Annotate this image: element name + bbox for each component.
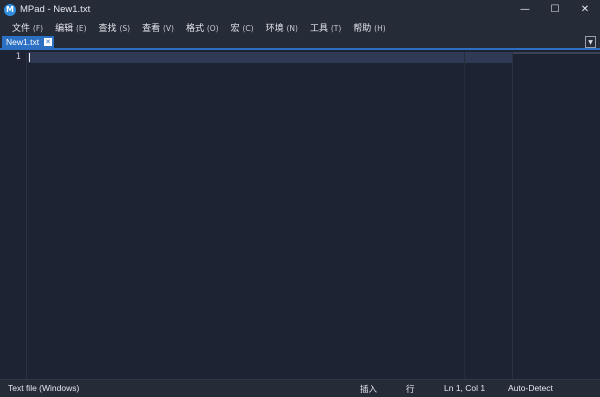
column-ruler [464,52,465,379]
menu-tools[interactable]: 工具 (T) [304,21,347,34]
text-caret [29,53,30,62]
menu-file-accel: (F) [32,24,44,33]
minimize-button[interactable]: — [510,0,540,19]
menu-help-label: 帮助 [353,24,372,34]
app-logo-letter: M [6,5,14,14]
menu-view-label: 查看 [142,24,161,34]
window-title: MPad - New1.txt [20,4,91,15]
app-logo-icon: M [4,3,16,16]
menu-environment[interactable]: 环境 (N) [260,21,304,34]
status-file-type: Text file (Windows) [8,383,80,393]
tab-new1[interactable]: New1.txt ✕ [2,36,54,48]
status-encoding[interactable]: Auto-Detect [508,383,553,393]
menu-edit-accel: (E) [75,24,87,33]
tab-label: New1.txt [6,37,40,47]
status-cursor-position[interactable]: Ln 1, Col 1 [444,383,485,393]
menu-edit-label: 编辑 [55,24,74,34]
scrollbar-thumb[interactable] [513,52,600,54]
menu-environment-label: 环境 [265,24,284,34]
menu-help-accel: (H) [374,24,386,33]
line-number: 1 [15,52,21,62]
maximize-button[interactable]: ☐ [540,0,570,19]
menu-edit[interactable]: 编辑 (E) [49,21,92,34]
menu-macro[interactable]: 宏 (C) [225,21,260,34]
menu-search-label: 查找 [98,24,117,34]
status-line-mode[interactable]: 行 [406,383,415,395]
tab-list-dropdown-icon[interactable]: ▼ [585,36,596,48]
menu-tools-label: 工具 [309,24,328,34]
menu-file[interactable]: 文件 (F) [6,21,49,34]
current-line-highlight [28,52,512,63]
title-bar: M MPad - New1.txt — ☐ ✕ [0,0,600,19]
menu-search[interactable]: 查找 (S) [93,21,137,34]
menu-macro-label: 宏 [230,24,240,34]
menu-macro-accel: (C) [242,24,254,33]
tab-bar: New1.txt ✕ ▼ [0,36,600,50]
menu-format-label: 格式 [185,24,204,34]
menu-view[interactable]: 查看 (V) [136,21,180,34]
menu-help[interactable]: 帮助 (H) [347,21,391,34]
menu-bar: 文件 (F) 编辑 (E) 查找 (S) 查看 (V) 格式 (O) 宏 (C)… [0,19,600,36]
menu-format[interactable]: 格式 (O) [180,21,225,34]
window-controls: — ☐ ✕ [510,0,600,19]
close-window-button[interactable]: ✕ [570,0,600,19]
close-tab-icon[interactable]: ✕ [44,38,52,46]
menu-format-accel: (O) [206,24,219,33]
menu-file-label: 文件 [12,24,31,34]
menu-tools-accel: (T) [330,24,342,33]
menu-search-accel: (S) [119,24,131,33]
line-number-gutter: 1 [0,52,27,379]
vertical-scrollbar[interactable] [512,52,600,379]
status-insert-mode[interactable]: 插入 [360,383,377,395]
status-bar: Text file (Windows) 插入 行 Ln 1, Col 1 Aut… [0,379,600,397]
menu-view-accel: (V) [162,24,174,33]
menu-environment-accel: (N) [286,24,298,33]
editor-area[interactable]: 1 [0,52,600,379]
